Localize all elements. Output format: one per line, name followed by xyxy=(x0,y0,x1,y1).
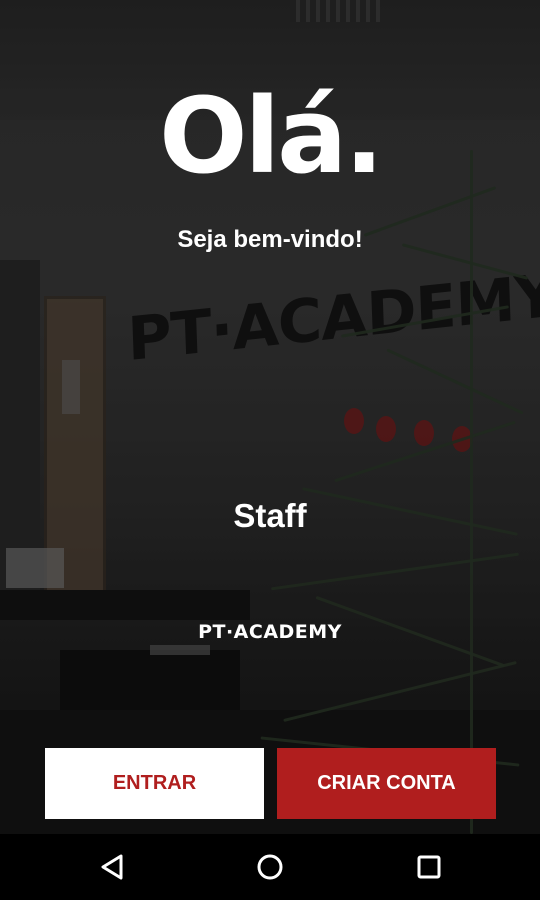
greeting-subtitle: Seja bem-vindo! xyxy=(177,226,363,253)
back-triangle-icon xyxy=(101,854,123,880)
role-label: Staff xyxy=(233,497,307,534)
home-circle-icon xyxy=(257,854,283,880)
create-account-button[interactable]: CRIAR CONTA xyxy=(277,748,496,819)
recents-button[interactable] xyxy=(409,847,449,887)
home-button[interactable] xyxy=(250,847,290,887)
brand-logo: PT·ACADEMY xyxy=(198,621,342,643)
login-button[interactable]: ENTRAR xyxy=(45,748,264,819)
recents-square-icon xyxy=(417,855,441,879)
back-button[interactable] xyxy=(92,847,132,887)
system-nav-bar xyxy=(0,834,540,900)
greeting-title: Olá. xyxy=(159,75,384,197)
